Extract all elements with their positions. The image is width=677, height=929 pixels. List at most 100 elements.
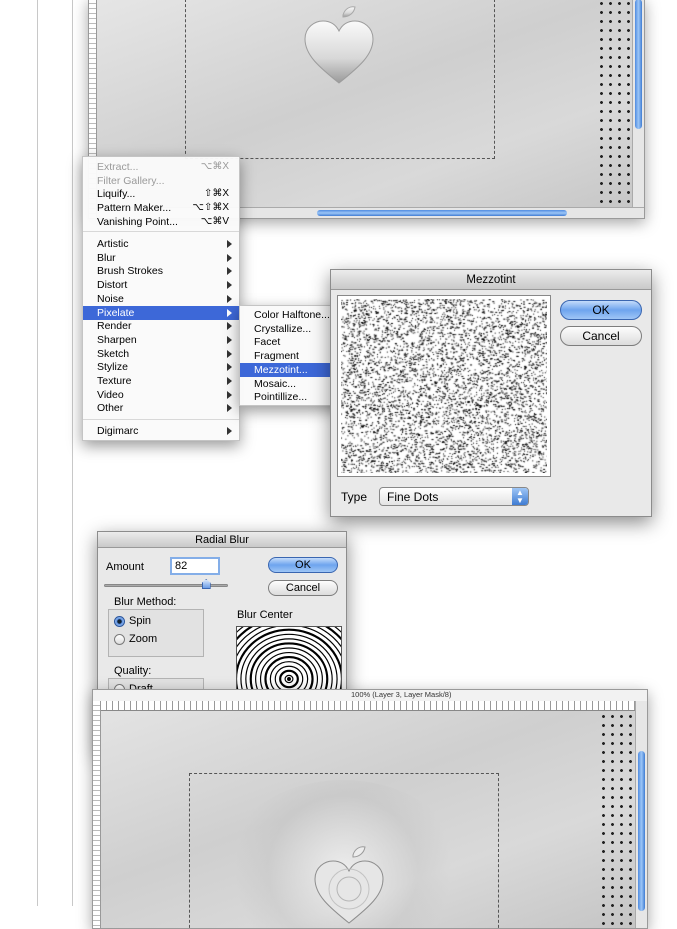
submenu-arrow-icon <box>227 363 232 372</box>
filter-menu-item-blur[interactable]: Blur <box>83 251 239 265</box>
submenu-arrow-icon <box>227 267 232 276</box>
filter-menu: Extract... ⌥⌘X Filter Gallery... Liquify...… <box>82 156 240 441</box>
dialog-title: Radial Blur <box>98 532 346 548</box>
ok-button[interactable]: OK <box>268 557 338 573</box>
menu-item-label: Digimarc <box>97 425 139 437</box>
menu-item-label: Texture <box>97 375 132 387</box>
menu-item-label: Distort <box>97 279 128 292</box>
menu-item-label: Stylize <box>97 361 128 374</box>
menu-item-shortcut: ⇧⌘X <box>203 188 229 200</box>
menu-item-label: Sketch <box>97 347 130 360</box>
submenu-arrow-icon <box>227 390 232 399</box>
filter-menu-item[interactable]: Pattern Maker... ⌥⇧⌘X <box>83 201 239 215</box>
menu-separator <box>83 231 239 232</box>
dialog-title: Mezzotint <box>331 270 651 290</box>
filter-menu-item[interactable]: Vanishing Point... ⌥⌘V <box>83 215 239 229</box>
chevron-updown-icon: ▲ ▼ <box>512 488 528 505</box>
page-margin-line <box>37 0 38 906</box>
menu-item-label: Video <box>97 388 124 401</box>
vertical-ruler[interactable] <box>93 701 101 928</box>
menu-item-label: Pixelate <box>97 306 135 319</box>
filter-menu-item[interactable]: Liquify... ⇧⌘X <box>83 187 239 201</box>
radio-label: Zoom <box>129 633 158 645</box>
submenu-arrow-icon <box>227 281 232 290</box>
type-select-value: Fine Dots <box>387 490 439 504</box>
filter-menu-item-render[interactable]: Render <box>83 319 239 333</box>
filter-menu-item-digimarc[interactable]: Digimarc <box>83 424 239 438</box>
menu-item-label: Pointillize... <box>254 391 308 404</box>
horizontal-ruler[interactable] <box>101 701 647 711</box>
submenu-arrow-icon <box>227 240 232 248</box>
radio-zoom[interactable] <box>114 634 125 645</box>
menu-separator <box>83 419 239 420</box>
amount-label: Amount <box>106 561 144 573</box>
type-label: Type <box>341 490 368 504</box>
filter-menu-item-sharpen[interactable]: Sharpen <box>83 333 239 347</box>
dot-pattern <box>597 0 637 209</box>
radio-label: Spin <box>129 615 152 627</box>
menu-item-label: Render <box>97 320 132 333</box>
submenu-arrow-icon <box>227 404 232 413</box>
filter-menu-item-other[interactable]: Other <box>83 401 239 415</box>
filter-menu-item-stylize[interactable]: Stylize <box>83 360 239 374</box>
mezzotint-dialog: Mezzotint OK Cancel Type Fine Dots ▲ ▼ <box>330 269 652 517</box>
menu-item-label: Mezzotint... <box>254 363 308 376</box>
vertical-scroll-thumb[interactable] <box>635 0 642 129</box>
window-title: 100% (Layer 3, Layer Mask/8) <box>351 690 452 699</box>
cancel-button[interactable]: Cancel <box>268 580 338 596</box>
filter-menu-item-pixelate[interactable]: Pixelate <box>83 305 239 320</box>
vertical-scrollbar[interactable] <box>632 0 644 211</box>
menu-item-label: Extract... <box>97 161 139 173</box>
menu-item-label: Color Halftone... <box>254 309 330 321</box>
menu-item-shortcut: ⌥⌘V <box>200 215 229 227</box>
filter-menu-item: Extract... ⌥⌘X <box>83 160 239 174</box>
submenu-arrow-icon <box>227 377 232 385</box>
apple-heart-logo <box>304 6 374 84</box>
amount-input[interactable] <box>170 557 220 575</box>
menu-item-label: Noise <box>97 292 124 305</box>
submenu-arrow-icon <box>227 349 232 358</box>
filter-menu-item-texture[interactable]: Texture <box>83 374 239 388</box>
preview-frame <box>337 295 551 477</box>
vertical-scrollbar[interactable] <box>635 701 647 928</box>
menu-item-label: Blur <box>97 251 116 264</box>
page-margin-line <box>72 0 73 906</box>
filter-menu-item-brush-strokes[interactable]: Brush Strokes <box>83 264 239 278</box>
menu-item-shortcut: ⌥⌘X <box>200 161 229 172</box>
menu-item-label: Brush Strokes <box>97 265 163 278</box>
menu-item-label: Pattern Maker... <box>97 202 172 215</box>
ok-button[interactable]: OK <box>560 300 642 320</box>
filter-menu-item-distort[interactable]: Distort <box>83 278 239 292</box>
menu-item-label: Facet <box>254 336 281 349</box>
blur-center-label: Blur Center <box>237 609 293 621</box>
submenu-arrow-icon <box>227 322 232 331</box>
menu-item-shortcut: ⌥⇧⌘X <box>192 202 229 214</box>
mezzotint-preview[interactable] <box>341 299 547 473</box>
radio-spin[interactable] <box>114 616 125 627</box>
filter-menu-item: Filter Gallery... <box>83 174 239 188</box>
menu-item-label: Sharpen <box>97 333 137 346</box>
blur-method-label: Blur Method: <box>114 596 177 608</box>
window-titlebar: 100% (Layer 3, Layer Mask/8) <box>93 690 647 701</box>
submenu-arrow-icon <box>227 427 232 435</box>
submenu-arrow-icon <box>227 253 232 262</box>
filter-menu-item-noise[interactable]: Noise <box>83 292 239 306</box>
filter-menu-item-artistic[interactable]: Artistic <box>83 237 239 251</box>
submenu-arrow-icon <box>227 294 232 303</box>
menu-item-label: Mosaic... <box>254 377 297 390</box>
filter-menu-item-video[interactable]: Video <box>83 388 239 402</box>
cancel-button[interactable]: Cancel <box>560 326 642 346</box>
type-select[interactable]: Fine Dots ▲ ▼ <box>379 487 529 506</box>
menu-item-label: Filter Gallery... <box>97 174 165 187</box>
vertical-scroll-thumb[interactable] <box>638 751 645 911</box>
menu-item-label: Fragment <box>254 350 299 363</box>
quality-label: Quality: <box>114 665 152 677</box>
dot-pattern <box>599 712 639 928</box>
amount-slider-thumb[interactable] <box>201 579 211 589</box>
submenu-arrow-icon <box>227 308 232 317</box>
menu-item-label: Artistic <box>97 238 129 250</box>
horizontal-scroll-thumb[interactable] <box>317 210 567 216</box>
apple-heart-logo <box>314 846 384 924</box>
document-canvas-bottom[interactable]: 100% (Layer 3, Layer Mask/8) <box>92 689 648 929</box>
filter-menu-item-sketch[interactable]: Sketch <box>83 347 239 361</box>
